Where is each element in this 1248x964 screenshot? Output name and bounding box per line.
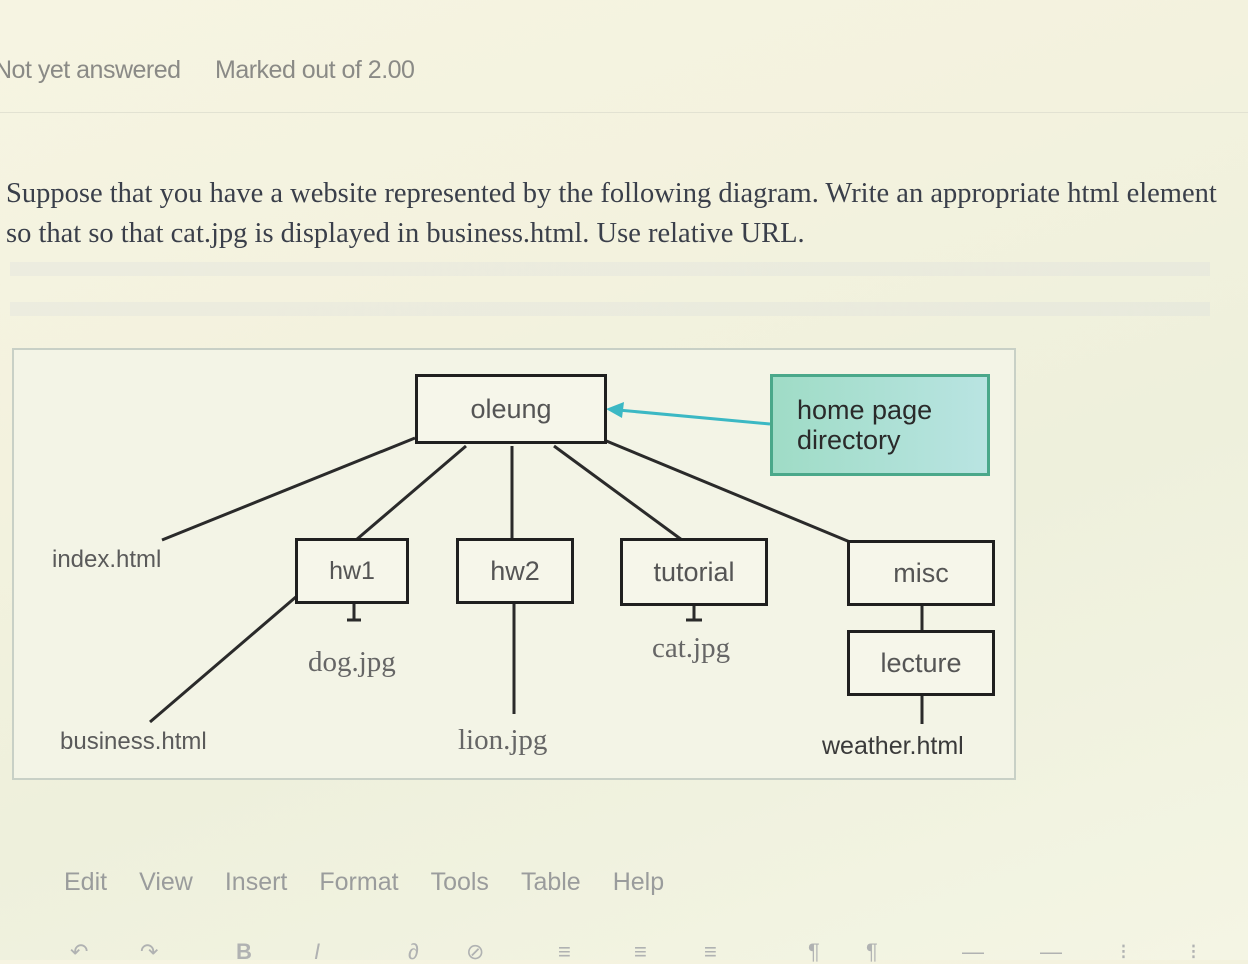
undo-icon[interactable]: ↶ [70,941,88,963]
edge-root-hw1 [355,444,467,542]
file-index-html: index.html [52,546,162,573]
menu-table[interactable]: Table [521,868,581,897]
folder-hw1: hw1 [295,538,409,604]
folder-oleung: oleung [415,374,607,444]
folder-hw2: hw2 [456,538,574,604]
edge-root-index [161,436,416,542]
menu-edit[interactable]: Edit [64,868,107,897]
indent-icon[interactable]: — [962,941,984,963]
align-left-icon[interactable]: ≡ [558,941,571,963]
edge-root-tutorial [553,444,683,542]
ltr-icon[interactable]: ¶ [808,941,820,963]
home-page-callout: home page directory [770,374,990,476]
menu-help[interactable]: Help [613,868,664,897]
arrow-head [606,402,624,418]
outdent-icon[interactable]: — [1040,941,1062,963]
folder-tutorial: tutorial [620,538,768,606]
file-business-html: business.html [60,728,207,755]
editor-menubar: Edit View Insert Format Tools Table Help [64,868,664,897]
edge-hw1-business [149,594,298,724]
file-dog-jpg: dog.jpg [308,646,396,678]
question-status: Not yet answered Marked out of 2.00 [0,56,442,85]
callout-arrow [617,408,771,426]
menu-tools[interactable]: Tools [431,868,489,897]
menu-insert[interactable]: Insert [225,868,288,897]
italic-icon[interactable]: I [314,941,320,963]
menu-view[interactable]: View [139,868,193,897]
answer-state: Not yet answered [0,56,181,84]
bold-icon[interactable]: B [236,941,252,963]
divider [0,112,1248,113]
question-text: Suppose that you have a website represen… [6,178,1217,249]
link-icon[interactable]: ∂ [408,941,419,963]
bullet-list-icon[interactable]: ⁝ [1120,941,1127,963]
file-lion-jpg: lion.jpg [458,724,548,756]
align-right-icon[interactable]: ≡ [704,941,717,963]
unlink-icon[interactable]: ⊘ [466,941,484,963]
marks-info: Marked out of 2.00 [215,56,415,84]
file-cat-jpg: cat.jpg [652,632,731,664]
show-through-text [10,262,1210,322]
rtl-icon[interactable]: ¶ [866,941,878,963]
align-center-icon[interactable]: ≡ [634,941,647,963]
folder-lecture: lecture [847,630,995,696]
editor-toolbar: ↶ ↷ B I ∂ ⊘ ≡ ≡ ≡ ¶ ¶ — — ⁝ ⁝ [60,940,1240,963]
menu-format[interactable]: Format [319,868,398,897]
folder-misc: misc [847,540,995,606]
redo-icon[interactable]: ↷ [140,941,158,963]
numbered-list-icon[interactable]: ⁝ [1190,941,1197,963]
file-weather-html: weather.html [822,732,964,760]
website-diagram: oleung home page directory index.html hw… [12,348,1016,780]
